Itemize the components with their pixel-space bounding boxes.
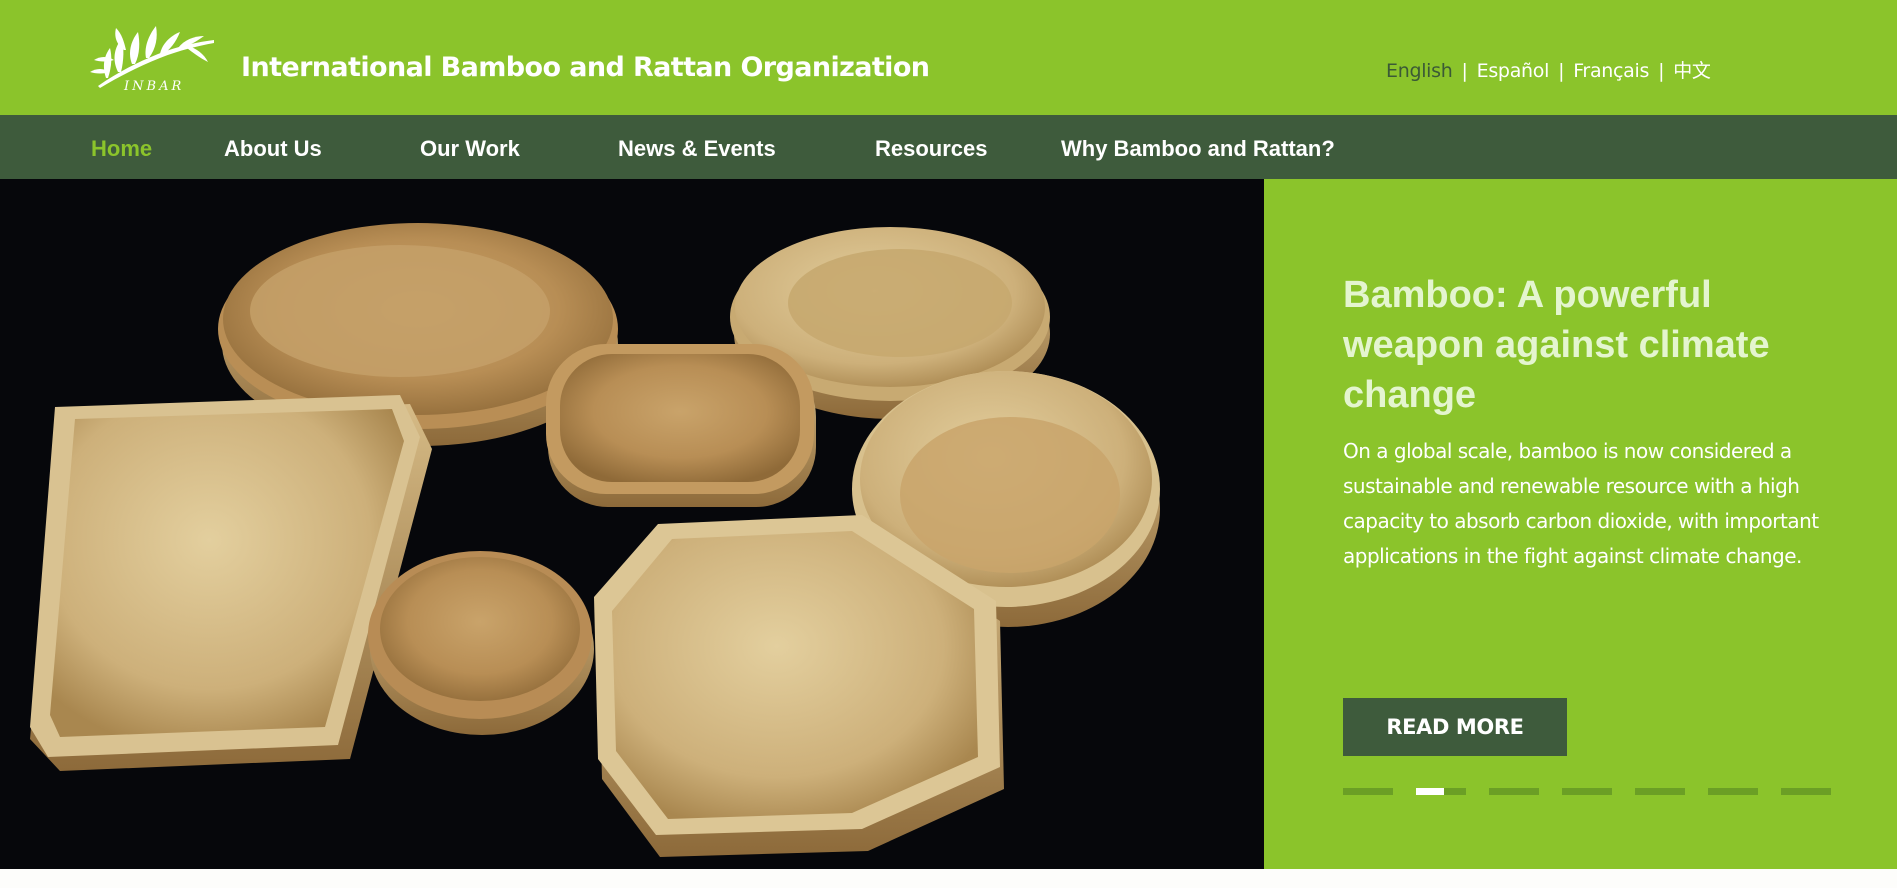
nav-our-work[interactable]: Our Work [420,136,520,162]
nav-news-events[interactable]: News & Events [618,136,776,162]
nav-home[interactable]: Home [91,136,152,162]
lang-chinese[interactable]: 中文 [1673,60,1711,82]
plate-stack-square-center [546,344,816,507]
slider-dot-7[interactable] [1781,788,1831,795]
slider-dot-6[interactable] [1708,788,1758,795]
nav-resources[interactable]: Resources [875,136,988,162]
window-edge [1897,0,1901,888]
site-header: INBAR International Bamboo and Rattan Or… [0,0,1897,115]
plate-stack-round-small [368,551,594,735]
svg-text:INBAR: INBAR [123,79,184,92]
language-switcher: English | Español | Français | 中文 [1386,56,1711,83]
lang-separator: | [1558,60,1565,82]
slider-dot-3[interactable] [1489,788,1539,795]
main-nav: Home About Us Our Work News & Events Res… [0,115,1897,179]
slider-dot-5[interactable] [1635,788,1685,795]
lang-separator: | [1461,60,1468,82]
lang-espanol[interactable]: Español [1477,60,1550,82]
site-title[interactable]: International Bamboo and Rattan Organiza… [241,52,930,83]
slider-dot-4[interactable] [1562,788,1612,795]
slider-dot-active-indicator [1416,788,1444,795]
hero-slide-image[interactable] [0,179,1264,869]
lang-separator: | [1658,60,1665,82]
lang-francais[interactable]: Français [1573,60,1649,82]
nav-why-bamboo-rattan[interactable]: Why Bamboo and Rattan? [1061,136,1335,162]
lang-english[interactable]: English [1386,60,1453,82]
slider-dot-1[interactable] [1343,788,1393,795]
slider-dot-2-active[interactable] [1416,788,1466,795]
nav-about-us[interactable]: About Us [224,136,322,162]
hero-title[interactable]: Bamboo: A powerful weapon against climat… [1343,270,1813,420]
inbar-logo[interactable]: INBAR [88,20,224,94]
hero-caption-panel: Bamboo: A powerful weapon against climat… [1264,179,1897,869]
hero-description: On a global scale, bamboo is now conside… [1343,439,1819,568]
read-more-button[interactable]: READ MORE [1343,698,1567,756]
